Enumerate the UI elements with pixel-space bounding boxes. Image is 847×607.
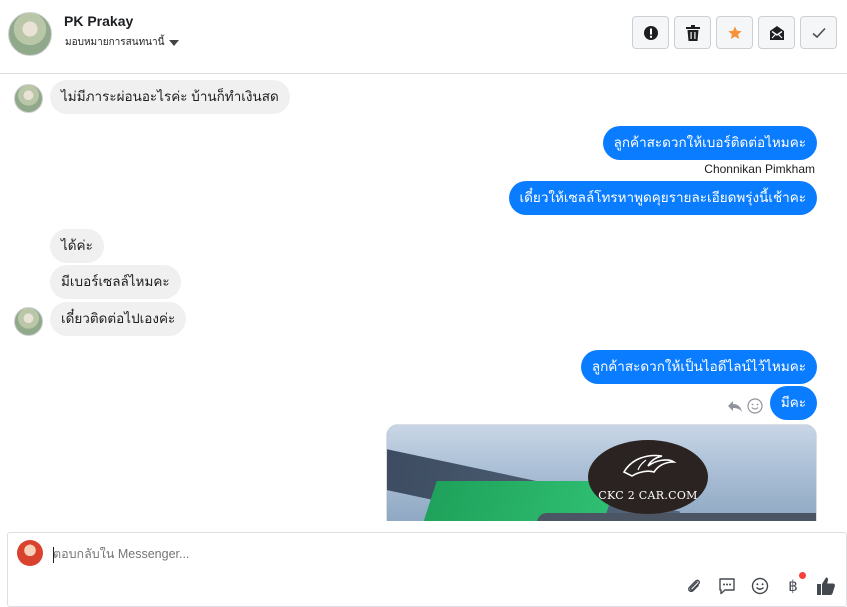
assign-conversation-dropdown[interactable]: มอบหมายการสนทนานี้ <box>65 35 180 50</box>
chat-bubble-icon <box>719 578 735 595</box>
mark-unread-button[interactable] <box>758 16 795 49</box>
header-actions <box>632 16 837 49</box>
ckc-logo-text: CKC 2 CAR.COM <box>598 489 698 502</box>
contact-avatar[interactable] <box>8 12 52 56</box>
message-bubble-outgoing[interactable]: มีคะ <box>769 386 817 420</box>
reply-icon[interactable] <box>727 398 743 414</box>
reply-input[interactable] <box>53 547 553 561</box>
message-bubble-incoming[interactable]: เดี๋ยวติดต่อไปเองค่ะ <box>50 302 187 336</box>
message-composer: ฿ <box>7 532 847 607</box>
composer-toolbar: ฿ <box>684 572 836 596</box>
ckc-logo: CKC 2 CAR.COM <box>588 440 708 514</box>
message-bubble-outgoing[interactable]: ลูกค้าสะดวกให้เป็นไอดีไลน์ไว้ไหมคะ <box>580 350 817 384</box>
conversation-header: PK Prakay มอบหมายการสนทนานี้ <box>0 0 847 74</box>
emoji-button[interactable] <box>750 576 770 596</box>
pegasus-logo-icon <box>622 454 677 477</box>
smiley-icon <box>751 577 769 595</box>
trash-icon <box>685 24 700 41</box>
star-icon <box>727 25 742 39</box>
message-bubble-outgoing[interactable]: เดี๋ยวให้เซลล์โทรหาพูดคุยรายละเอียดพรุ่ง… <box>508 181 817 215</box>
image-banner <box>537 513 816 521</box>
attach-file-button[interactable] <box>684 576 704 596</box>
message-thread[interactable]: ไม่มีภาระผ่อนอะไรค่ะ บ้านก็ทำเงินสด ลูกค… <box>0 75 847 521</box>
message-bubble-incoming[interactable]: มีเบอร์เซลล์ไหมคะ <box>50 265 181 299</box>
emoji-reaction-icon[interactable] <box>747 398 763 414</box>
mark-spam-button[interactable] <box>632 16 669 49</box>
mark-done-button[interactable] <box>800 16 837 49</box>
exclamation-icon <box>643 25 658 40</box>
message-bubble-incoming[interactable]: ไม่มีภาระผ่อนอะไรค่ะ บ้านก็ทำเงินสด <box>50 80 290 114</box>
chevron-down-icon <box>169 40 180 46</box>
message-bubble-incoming[interactable]: ได้ค่ะ <box>50 229 104 263</box>
envelope-icon <box>769 25 784 40</box>
thumbs-up-icon <box>817 577 835 595</box>
send-like-button[interactable] <box>816 576 836 596</box>
notification-dot <box>799 572 806 579</box>
contact-avatar-small[interactable] <box>14 84 43 113</box>
message-hover-actions <box>727 398 763 414</box>
contact-avatar-small[interactable] <box>14 307 43 336</box>
baht-icon: ฿ <box>788 577 798 595</box>
star-button[interactable] <box>716 16 753 49</box>
sender-name-label: Chonnikan Pimkham <box>704 162 815 176</box>
payment-button[interactable]: ฿ <box>783 572 806 596</box>
message-bubble-outgoing[interactable]: ลูกค้าสะดวกให้เบอร์ติดต่อไหมคะ <box>602 126 817 160</box>
agent-avatar <box>17 540 43 566</box>
contact-name[interactable]: PK Prakay <box>64 13 133 29</box>
saved-replies-button[interactable] <box>717 576 737 596</box>
image-attachment[interactable]: CKC 2 CAR.COM <box>386 424 817 521</box>
delete-button[interactable] <box>674 16 711 49</box>
paperclip-icon <box>688 579 700 593</box>
check-icon <box>811 27 826 38</box>
assign-label: มอบหมายการสนทนานี้ <box>65 37 165 48</box>
